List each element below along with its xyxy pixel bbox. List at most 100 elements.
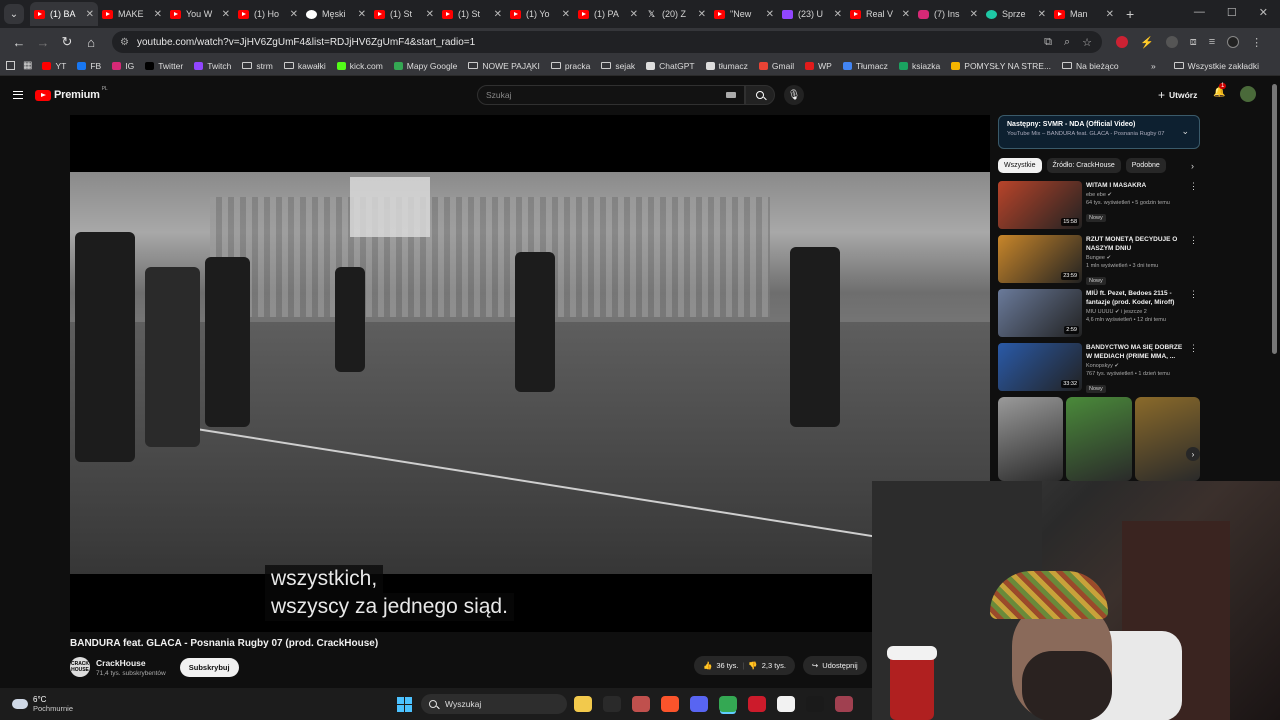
- browser-tab[interactable]: (1) Yo ✕: [506, 2, 574, 26]
- share-button[interactable]: ↪ Udostępnij: [802, 656, 867, 675]
- browser-tab[interactable]: (23) U ✕: [778, 2, 846, 26]
- apps-icon[interactable]: [6, 61, 15, 70]
- capcut-icon[interactable]: [777, 696, 795, 712]
- filter-chip[interactable]: Wszystkie: [998, 158, 1042, 173]
- tab-close-icon[interactable]: ✕: [426, 9, 434, 20]
- media-control-icon[interactable]: ≡: [1209, 36, 1215, 48]
- browser-tab[interactable]: (7) Ins ✕: [914, 2, 982, 26]
- filter-chip[interactable]: Podobne: [1125, 158, 1166, 173]
- recommendation-channel[interactable]: Bungee ✔: [1086, 255, 1184, 261]
- weather-widget[interactable]: 6°C Pochmurnie: [12, 695, 73, 713]
- more-options-icon[interactable]: ⋮: [1189, 289, 1198, 300]
- recommendation-channel[interactable]: ebe ebe ✔: [1086, 192, 1184, 198]
- windows-start-icon[interactable]: [397, 697, 412, 712]
- bookmark-item[interactable]: POMYSŁY NA STRE...: [951, 61, 1051, 71]
- voice-search-button[interactable]: 🎙: [784, 85, 804, 105]
- bookmarks-more-button[interactable]: »: [1151, 61, 1156, 71]
- tab-close-icon[interactable]: ✕: [86, 9, 94, 20]
- browser-tab[interactable]: MAKE ✕: [98, 2, 166, 26]
- recommendation-item[interactable]: 23:59 RZUT MONETĄ DECYDUJE O NASZYM DNIU B…: [998, 235, 1200, 285]
- all-bookmarks-folder[interactable]: Wszystkie zakładki: [1173, 61, 1259, 71]
- hamburger-menu-icon[interactable]: [13, 91, 23, 99]
- address-bar[interactable]: ⚙ youtube.com/watch?v=JjHV6ZgUmF4&list=R…: [112, 31, 1102, 53]
- more-options-icon[interactable]: ⋮: [1189, 343, 1198, 354]
- browser-tab[interactable]: (1) BA ✕: [30, 2, 98, 26]
- zoom-icon[interactable]: ⌕: [1064, 36, 1070, 49]
- recommendation-channel[interactable]: MIÜ ÜÜÜÜ ✔ i jeszcze 2: [1086, 309, 1184, 315]
- browser-tab[interactable]: Real V ✕: [846, 2, 914, 26]
- forward-arrow-icon[interactable]: →: [32, 35, 54, 50]
- taskbar-search[interactable]: Wyszukaj: [421, 694, 567, 714]
- bookmark-item[interactable]: kick.com: [336, 61, 383, 71]
- opera-icon[interactable]: [748, 696, 766, 712]
- brave-icon[interactable]: [661, 696, 679, 712]
- record-extension-icon[interactable]: [1116, 36, 1128, 48]
- browser-tab[interactable]: 𝕏 (20) Z ✕: [642, 2, 710, 26]
- bookmark-item[interactable]: FB: [77, 61, 101, 71]
- short-thumbnail[interactable]: [1066, 397, 1132, 481]
- recommendation-title[interactable]: MIÜ ft. Pezet, Bedoes 2115 - fantazje (p…: [1086, 289, 1184, 307]
- tab-close-icon[interactable]: ✕: [1106, 9, 1114, 20]
- bookmark-item[interactable]: Gmail: [758, 61, 794, 71]
- puzzle-extensions-icon[interactable]: ⧈: [1190, 36, 1197, 49]
- channel-name[interactable]: CrackHouse: [96, 658, 166, 668]
- recommendation-item[interactable]: 15:58 WITAM I MASAKRA ebe ebe ✔ 64 tys. wyś…: [998, 181, 1200, 229]
- home-icon[interactable]: ⌂: [80, 35, 102, 50]
- browser-tab[interactable]: Man ✕: [1050, 2, 1118, 26]
- tab-close-icon[interactable]: ✕: [630, 9, 638, 20]
- recommendation-channel[interactable]: Konopskyy ✔: [1086, 363, 1184, 369]
- browser-tab[interactable]: Męski ✕: [302, 2, 370, 26]
- back-arrow-icon[interactable]: ←: [8, 35, 30, 50]
- tab-close-icon[interactable]: ✕: [902, 9, 910, 20]
- photo-app-icon[interactable]: [632, 696, 650, 712]
- tab-close-icon[interactable]: ✕: [970, 9, 978, 20]
- file-explorer-icon[interactable]: [574, 696, 592, 712]
- bookmark-item[interactable]: Na bieżąco: [1062, 61, 1119, 71]
- tab-close-icon[interactable]: ✕: [834, 9, 842, 20]
- page-scrollbar[interactable]: [1272, 84, 1277, 354]
- bookmark-item[interactable]: sejak: [601, 61, 635, 71]
- bookmark-item[interactable]: strm: [242, 61, 273, 71]
- bookmark-item[interactable]: Twitch: [194, 61, 231, 71]
- chevron-down-icon[interactable]: ⌄: [1181, 126, 1189, 137]
- up-next-card[interactable]: Następny: SVMR - NDA (Official Video) Yo…: [998, 115, 1200, 149]
- chrome-icon[interactable]: [719, 696, 737, 712]
- bookmark-item[interactable]: WP: [805, 61, 832, 71]
- search-input[interactable]: Szukaj: [477, 85, 745, 105]
- video-player[interactable]: wszystkich, wszyscy za jednego siąd.: [70, 115, 990, 632]
- tab-close-icon[interactable]: ✕: [290, 9, 298, 20]
- bookmark-item[interactable]: NOWE PAJĄKI: [468, 61, 540, 71]
- chevron-right-icon[interactable]: ›: [1191, 161, 1200, 171]
- more-options-icon[interactable]: ⋮: [1189, 235, 1198, 246]
- bookmark-item[interactable]: Twitter: [145, 61, 183, 71]
- profile-icon[interactable]: [1227, 36, 1240, 48]
- reload-icon[interactable]: ↻: [56, 34, 78, 50]
- browser-tab[interactable]: "New ✕: [710, 2, 778, 26]
- minimize-icon[interactable]: —: [1194, 6, 1205, 19]
- recommendation-title[interactable]: RZUT MONETĄ DECYDUJE O NASZYM DNIU: [1086, 235, 1184, 253]
- bookmark-item[interactable]: Mapy Google: [393, 61, 457, 71]
- grid-icon[interactable]: ▦: [23, 60, 32, 71]
- bookmark-star-icon[interactable]: ☆: [1082, 36, 1092, 49]
- video-thumbnail[interactable]: 2:59: [998, 289, 1082, 337]
- like-button[interactable]: 👍 36 tys. | 👎 2,3 tys.: [694, 656, 795, 675]
- browser-tab[interactable]: (1) St ✕: [370, 2, 438, 26]
- search-button[interactable]: [745, 85, 775, 105]
- bookmark-item[interactable]: IG: [112, 61, 134, 71]
- tab-close-icon[interactable]: ✕: [766, 9, 774, 20]
- maximize-icon[interactable]: ☐: [1227, 6, 1237, 19]
- video-thumbnail[interactable]: 33:32: [998, 343, 1082, 391]
- app-icon[interactable]: [806, 696, 824, 712]
- account-avatar[interactable]: [1240, 86, 1256, 102]
- tab-close-icon[interactable]: ✕: [1038, 9, 1046, 20]
- recommendation-title[interactable]: WITAM I MASAKRA: [1086, 181, 1184, 190]
- browser-tab[interactable]: Sprze ✕: [982, 2, 1050, 26]
- bookmark-item[interactable]: tłumacz: [705, 61, 748, 71]
- tab-close-icon[interactable]: ✕: [154, 9, 162, 20]
- game-icon[interactable]: [835, 696, 853, 712]
- subscribe-button[interactable]: Subskrybuj: [179, 657, 239, 677]
- recommendation-title[interactable]: BANDYCTWO MA SIĘ DOBRZE W MEDIACH (PRIME…: [1086, 343, 1184, 361]
- browser-tab[interactable]: You W ✕: [166, 2, 234, 26]
- discord-icon[interactable]: [690, 696, 708, 712]
- browser-tab[interactable]: (1) Ho ✕: [234, 2, 302, 26]
